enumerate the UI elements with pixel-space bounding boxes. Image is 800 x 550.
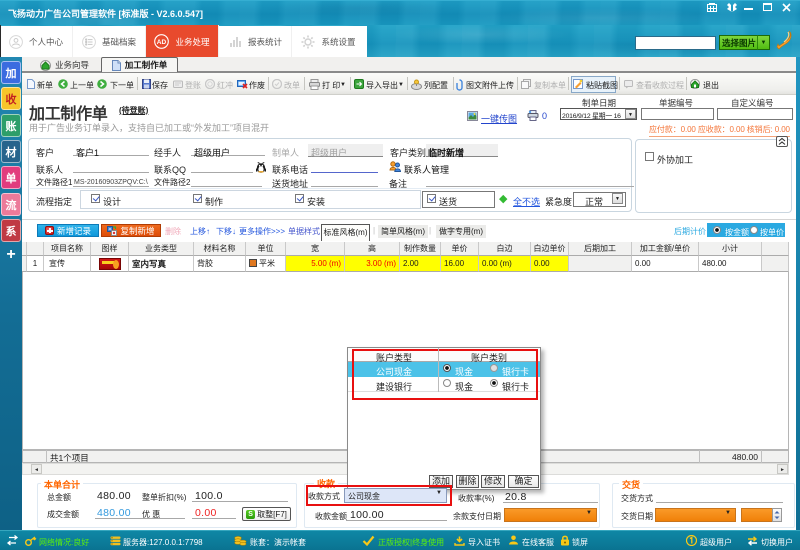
svg-text:AD: AD xyxy=(157,39,167,46)
